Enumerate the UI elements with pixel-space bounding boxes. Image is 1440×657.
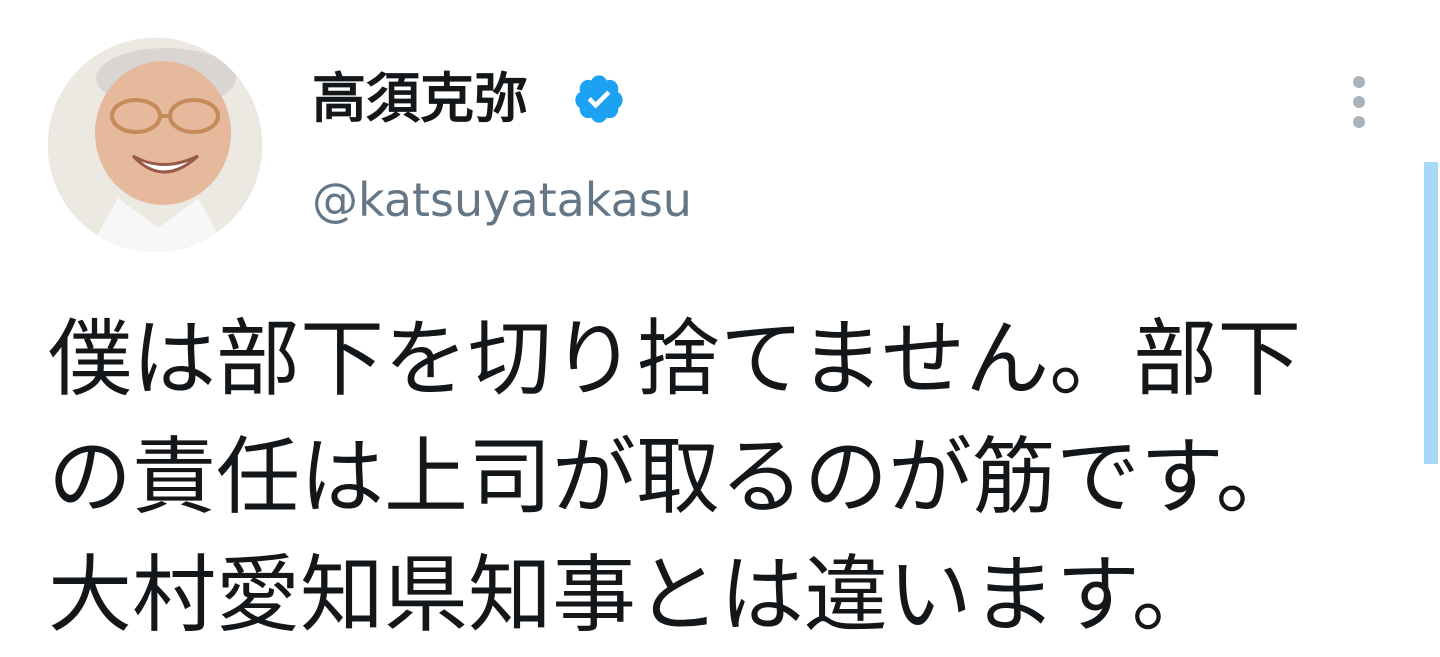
more-vertical-icon [1353, 76, 1365, 88]
more-vertical-icon [1353, 96, 1365, 108]
tweet-text: 僕は部下を切り捨てません。部下 の責任は上司が取るのが筋です。 大村愛知県知事と… [48, 300, 1388, 654]
username-handle[interactable]: @katsuyatakasu [312, 170, 692, 230]
avatar[interactable] [48, 38, 262, 252]
tweet-text-line: の責任は上司が取るのが筋です。 [48, 428, 1300, 526]
more-vertical-icon [1353, 116, 1365, 128]
tweet-text-line: 僕は部下を切り捨てません。部下 [48, 310, 1302, 408]
more-options-button[interactable] [1336, 72, 1384, 132]
tweet-text-line: 大村愛知県知事とは違います。 [48, 546, 1216, 644]
scrollbar-thumb[interactable] [1424, 162, 1438, 464]
avatar-photo [48, 38, 262, 252]
display-name[interactable]: 高須克弥 [312, 66, 528, 132]
verified-badge-icon [575, 75, 623, 123]
